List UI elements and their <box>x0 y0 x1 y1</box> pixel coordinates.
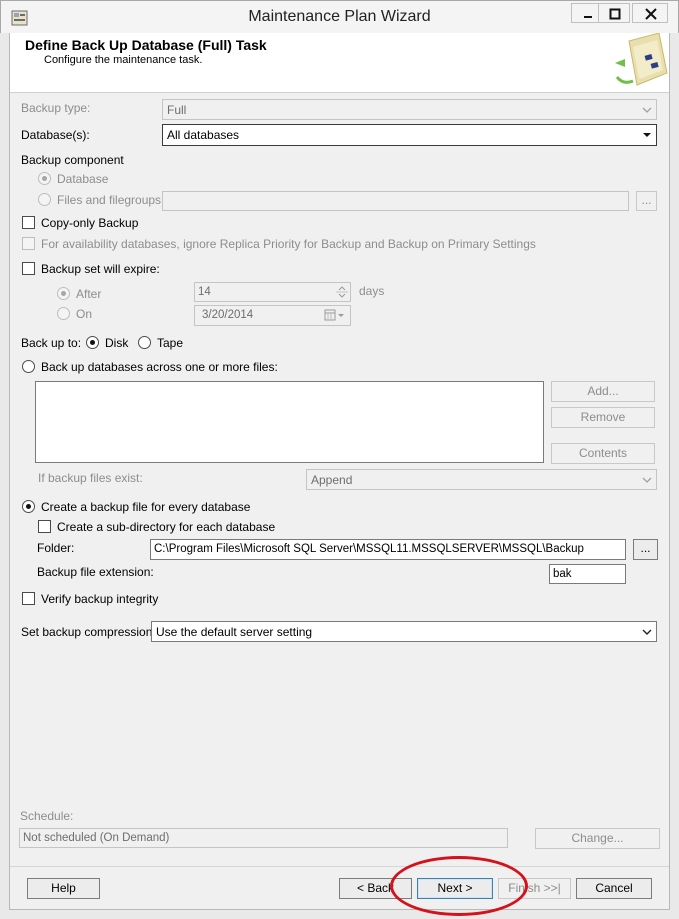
schedule-field: Not scheduled (On Demand) <box>19 828 508 848</box>
backup-type-select: Full <box>162 99 657 120</box>
tape-label: Tape <box>157 336 184 350</box>
spin-icon <box>336 286 348 298</box>
copy-only-checkbox[interactable] <box>22 216 35 229</box>
back-up-to-label: Back up to: <box>21 336 82 350</box>
wizard-header: Define Back Up Database (Full) Task Conf… <box>10 32 669 93</box>
files-filegroups-label: Files and filegroups: <box>57 193 165 207</box>
extension-value: bak <box>553 568 572 580</box>
expire-date-picker: 3/20/2014 <box>194 305 351 326</box>
annotation-circle <box>390 856 528 916</box>
after-days-stepper: 14 <box>194 282 351 302</box>
availability-label: For availability databases, ignore Repli… <box>41 237 536 251</box>
files-filegroups-field <box>162 191 629 211</box>
maximize-button[interactable] <box>598 3 630 23</box>
database-radio-label: Database <box>57 172 109 186</box>
on-label: On <box>76 307 93 321</box>
backup-files-list[interactable] <box>35 381 544 463</box>
backup-type-value: Full <box>167 103 187 117</box>
backup-component-label: Backup component <box>21 153 124 167</box>
verify-integrity-label: Verify backup integrity <box>41 592 159 606</box>
expire-label: Backup set will expire: <box>41 262 160 276</box>
disk-label: Disk <box>105 336 129 350</box>
close-button[interactable] <box>632 3 668 23</box>
database-radio <box>38 172 51 185</box>
if-exists-select: Append <box>306 469 657 490</box>
verify-integrity-checkbox[interactable] <box>22 592 35 605</box>
after-radio <box>57 287 70 300</box>
close-icon <box>645 8 657 20</box>
backup-type-label: Backup type: <box>21 101 91 115</box>
if-exists-value: Append <box>311 473 353 487</box>
minimize-icon <box>584 16 592 18</box>
across-files-radio[interactable] <box>22 360 35 373</box>
page-subtitle: Configure the maintenance task. <box>44 54 203 66</box>
days-label: days <box>359 284 385 298</box>
disk-radio[interactable] <box>86 336 99 349</box>
page-title: Define Back Up Database (Full) Task <box>25 37 267 53</box>
every-database-label: Create a backup file for every database <box>41 500 251 514</box>
dropdown-arrow-icon <box>643 133 651 137</box>
after-label: After <box>76 287 102 301</box>
compression-value: Use the default server setting <box>156 625 313 639</box>
databases-select[interactable]: All databases <box>162 124 657 146</box>
files-browse-button: ... <box>636 191 657 211</box>
change-schedule-button: Change... <box>535 828 660 849</box>
databases-label: Database(s): <box>21 128 90 142</box>
every-database-radio[interactable] <box>22 500 35 513</box>
folder-value: C:\Program Files\Microsoft SQL Server\MS… <box>154 543 584 555</box>
add-button: Add... <box>551 381 655 402</box>
subdirectory-checkbox[interactable] <box>38 520 51 533</box>
folder-browse-button[interactable]: ... <box>633 539 658 560</box>
cancel-button[interactable]: Cancel <box>576 878 652 899</box>
if-exists-label: If backup files exist: <box>38 471 143 485</box>
files-filegroups-radio <box>38 193 51 206</box>
after-days-value: 14 <box>198 286 211 298</box>
compression-label: Set backup compression: <box>21 625 156 639</box>
extension-label: Backup file extension: <box>37 565 154 579</box>
footer-divider <box>10 866 669 867</box>
calendar-icon <box>324 309 344 321</box>
dropdown-arrow-icon <box>642 107 652 113</box>
copy-only-label: Copy-only Backup <box>41 216 139 230</box>
tape-radio[interactable] <box>138 336 151 349</box>
maximize-icon <box>609 8 621 20</box>
folder-input[interactable]: C:\Program Files\Microsoft SQL Server\MS… <box>150 539 626 560</box>
expire-checkbox[interactable] <box>22 262 35 275</box>
wizard-art-icon <box>609 32 669 91</box>
availability-checkbox <box>22 237 35 250</box>
schedule-label: Schedule: <box>20 809 74 823</box>
title-bar: Maintenance Plan Wizard <box>0 0 679 33</box>
contents-button: Contents <box>551 443 655 464</box>
dropdown-arrow-icon <box>642 477 652 483</box>
extension-input[interactable]: bak <box>549 564 626 584</box>
help-button[interactable]: Help <box>27 878 100 899</box>
subdirectory-label: Create a sub-directory for each database <box>57 520 276 534</box>
databases-value: All databases <box>167 128 240 142</box>
remove-button: Remove <box>551 407 655 428</box>
across-files-label: Back up databases across one or more fil… <box>41 360 278 374</box>
folder-label: Folder: <box>37 541 75 555</box>
compression-select[interactable]: Use the default server setting <box>151 621 657 642</box>
on-radio <box>57 307 70 320</box>
schedule-value: Not scheduled (On Demand) <box>23 832 170 844</box>
dropdown-arrow-icon <box>642 629 652 635</box>
expire-date-value: 3/20/2014 <box>202 309 254 321</box>
